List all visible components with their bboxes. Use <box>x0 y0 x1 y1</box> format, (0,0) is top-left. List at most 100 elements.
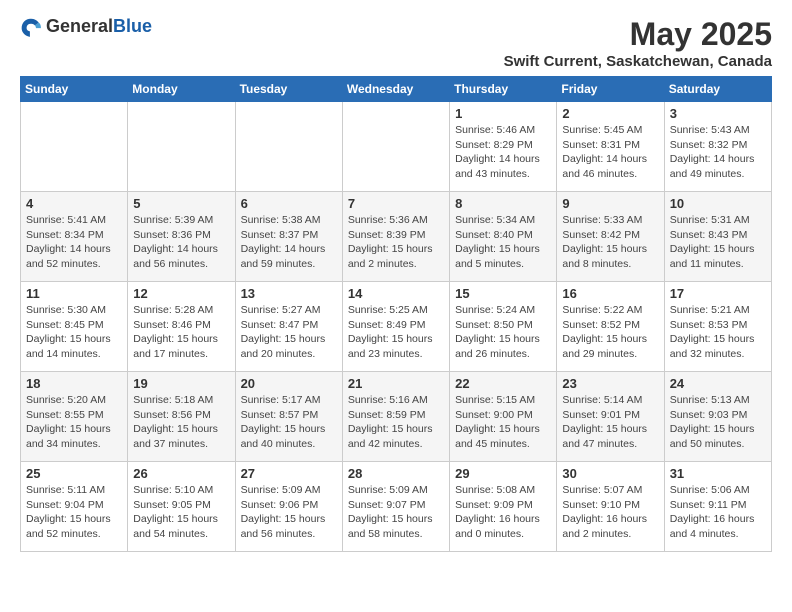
day-info: Sunrise: 5:20 AM Sunset: 8:55 PM Dayligh… <box>26 393 122 452</box>
col-header-sunday: Sunday <box>21 77 128 102</box>
calendar-cell: 17 Sunrise: 5:21 AM Sunset: 8:53 PM Dayli… <box>664 282 771 372</box>
day-number: 15 <box>455 286 551 301</box>
day-number: 9 <box>562 196 658 211</box>
logo: GeneralBlue <box>20 16 152 38</box>
location-title: Swift Current, Saskatchewan, Canada <box>504 53 772 70</box>
day-info: Sunrise: 5:09 AM Sunset: 9:06 PM Dayligh… <box>241 483 337 542</box>
day-info: Sunrise: 5:28 AM Sunset: 8:46 PM Dayligh… <box>133 303 229 362</box>
day-info: Sunrise: 5:45 AM Sunset: 8:31 PM Dayligh… <box>562 123 658 182</box>
calendar-cell: 21 Sunrise: 5:16 AM Sunset: 8:59 PM Dayli… <box>342 372 449 462</box>
logo-icon <box>20 16 42 38</box>
calendar-cell: 8 Sunrise: 5:34 AM Sunset: 8:40 PM Daylig… <box>450 192 557 282</box>
calendar-cell: 2Sunrise: 5:45 AM Sunset: 8:31 PM Daylig… <box>557 102 664 192</box>
day-number: 6 <box>241 196 337 211</box>
calendar-table: SundayMondayTuesdayWednesdayThursdayFrid… <box>20 76 772 552</box>
day-number: 16 <box>562 286 658 301</box>
day-number: 8 <box>455 196 551 211</box>
col-header-friday: Friday <box>557 77 664 102</box>
day-number: 22 <box>455 376 551 391</box>
day-number: 17 <box>670 286 766 301</box>
calendar-cell: 18 Sunrise: 5:20 AM Sunset: 8:55 PM Dayli… <box>21 372 128 462</box>
calendar-cell: 10 Sunrise: 5:31 AM Sunset: 8:43 PM Dayli… <box>664 192 771 282</box>
calendar-week-row: 4Sunrise: 5:41 AM Sunset: 8:34 PM Daylig… <box>21 192 772 282</box>
day-number: 12 <box>133 286 229 301</box>
col-header-tuesday: Tuesday <box>235 77 342 102</box>
day-number: 29 <box>455 466 551 481</box>
day-info: Sunrise: 5:21 AM Sunset: 8:53 PM Dayligh… <box>670 303 766 362</box>
calendar-header-row: SundayMondayTuesdayWednesdayThursdayFrid… <box>21 77 772 102</box>
day-info: Sunrise: 5:06 AM Sunset: 9:11 PM Dayligh… <box>670 483 766 542</box>
calendar-cell: 20 Sunrise: 5:17 AM Sunset: 8:57 PM Dayli… <box>235 372 342 462</box>
day-info: Sunrise: 5:09 AM Sunset: 9:07 PM Dayligh… <box>348 483 444 542</box>
logo-text: GeneralBlue <box>46 17 152 37</box>
day-number: 13 <box>241 286 337 301</box>
day-info: Sunrise: 5:46 AM Sunset: 8:29 PM Dayligh… <box>455 123 551 182</box>
day-info: Sunrise: 5:14 AM Sunset: 9:01 PM Dayligh… <box>562 393 658 452</box>
col-header-wednesday: Wednesday <box>342 77 449 102</box>
day-number: 3 <box>670 106 766 121</box>
calendar-cell: 22Sunrise: 5:15 AM Sunset: 9:00 PM Dayli… <box>450 372 557 462</box>
day-number: 25 <box>26 466 122 481</box>
calendar-cell <box>342 102 449 192</box>
day-info: Sunrise: 5:07 AM Sunset: 9:10 PM Dayligh… <box>562 483 658 542</box>
day-info: Sunrise: 5:16 AM Sunset: 8:59 PM Dayligh… <box>348 393 444 452</box>
col-header-saturday: Saturday <box>664 77 771 102</box>
day-info: Sunrise: 5:36 AM Sunset: 8:39 PM Dayligh… <box>348 213 444 272</box>
day-number: 27 <box>241 466 337 481</box>
page-header: GeneralBlue May 2025 Swift Current, Sask… <box>20 16 772 70</box>
calendar-cell: 3Sunrise: 5:43 AM Sunset: 8:32 PM Daylig… <box>664 102 771 192</box>
day-number: 21 <box>348 376 444 391</box>
day-number: 1 <box>455 106 551 121</box>
day-number: 18 <box>26 376 122 391</box>
calendar-cell <box>21 102 128 192</box>
month-title: May 2025 <box>504 16 772 53</box>
calendar-cell: 9 Sunrise: 5:33 AM Sunset: 8:42 PM Daylig… <box>557 192 664 282</box>
day-info: Sunrise: 5:33 AM Sunset: 8:42 PM Dayligh… <box>562 213 658 272</box>
calendar-cell: 30 Sunrise: 5:07 AM Sunset: 9:10 PM Dayli… <box>557 462 664 552</box>
calendar-cell: 24 Sunrise: 5:13 AM Sunset: 9:03 PM Dayli… <box>664 372 771 462</box>
day-info: Sunrise: 5:10 AM Sunset: 9:05 PM Dayligh… <box>133 483 229 542</box>
calendar-cell: 15 Sunrise: 5:24 AM Sunset: 8:50 PM Dayli… <box>450 282 557 372</box>
calendar-cell: 6 Sunrise: 5:38 AM Sunset: 8:37 PM Daylig… <box>235 192 342 282</box>
calendar-week-row: 11 Sunrise: 5:30 AM Sunset: 8:45 PM Dayli… <box>21 282 772 372</box>
calendar-cell: 25 Sunrise: 5:11 AM Sunset: 9:04 PM Dayli… <box>21 462 128 552</box>
day-number: 24 <box>670 376 766 391</box>
day-number: 5 <box>133 196 229 211</box>
col-header-thursday: Thursday <box>450 77 557 102</box>
day-number: 28 <box>348 466 444 481</box>
calendar-cell: 5Sunrise: 5:39 AM Sunset: 8:36 PM Daylig… <box>128 192 235 282</box>
col-header-monday: Monday <box>128 77 235 102</box>
calendar-cell: 16Sunrise: 5:22 AM Sunset: 8:52 PM Dayli… <box>557 282 664 372</box>
day-info: Sunrise: 5:31 AM Sunset: 8:43 PM Dayligh… <box>670 213 766 272</box>
calendar-week-row: 18 Sunrise: 5:20 AM Sunset: 8:55 PM Dayli… <box>21 372 772 462</box>
day-number: 4 <box>26 196 122 211</box>
day-info: Sunrise: 5:24 AM Sunset: 8:50 PM Dayligh… <box>455 303 551 362</box>
calendar-cell: 4Sunrise: 5:41 AM Sunset: 8:34 PM Daylig… <box>21 192 128 282</box>
title-section: May 2025 Swift Current, Saskatchewan, Ca… <box>504 16 772 70</box>
calendar-cell: 26Sunrise: 5:10 AM Sunset: 9:05 PM Dayli… <box>128 462 235 552</box>
day-info: Sunrise: 5:34 AM Sunset: 8:40 PM Dayligh… <box>455 213 551 272</box>
day-info: Sunrise: 5:30 AM Sunset: 8:45 PM Dayligh… <box>26 303 122 362</box>
calendar-cell: 29 Sunrise: 5:08 AM Sunset: 9:09 PM Dayli… <box>450 462 557 552</box>
day-number: 11 <box>26 286 122 301</box>
day-info: Sunrise: 5:17 AM Sunset: 8:57 PM Dayligh… <box>241 393 337 452</box>
day-number: 7 <box>348 196 444 211</box>
day-info: Sunrise: 5:13 AM Sunset: 9:03 PM Dayligh… <box>670 393 766 452</box>
calendar-cell: 27 Sunrise: 5:09 AM Sunset: 9:06 PM Dayli… <box>235 462 342 552</box>
day-number: 10 <box>670 196 766 211</box>
calendar-cell <box>128 102 235 192</box>
calendar-cell: 13 Sunrise: 5:27 AM Sunset: 8:47 PM Dayli… <box>235 282 342 372</box>
day-info: Sunrise: 5:27 AM Sunset: 8:47 PM Dayligh… <box>241 303 337 362</box>
day-info: Sunrise: 5:25 AM Sunset: 8:49 PM Dayligh… <box>348 303 444 362</box>
day-number: 19 <box>133 376 229 391</box>
day-info: Sunrise: 5:11 AM Sunset: 9:04 PM Dayligh… <box>26 483 122 542</box>
day-number: 30 <box>562 466 658 481</box>
calendar-cell: 7 Sunrise: 5:36 AM Sunset: 8:39 PM Daylig… <box>342 192 449 282</box>
calendar-cell <box>235 102 342 192</box>
calendar-cell: 31Sunrise: 5:06 AM Sunset: 9:11 PM Dayli… <box>664 462 771 552</box>
day-info: Sunrise: 5:38 AM Sunset: 8:37 PM Dayligh… <box>241 213 337 272</box>
day-number: 20 <box>241 376 337 391</box>
day-number: 23 <box>562 376 658 391</box>
day-info: Sunrise: 5:08 AM Sunset: 9:09 PM Dayligh… <box>455 483 551 542</box>
calendar-cell: 28 Sunrise: 5:09 AM Sunset: 9:07 PM Dayli… <box>342 462 449 552</box>
